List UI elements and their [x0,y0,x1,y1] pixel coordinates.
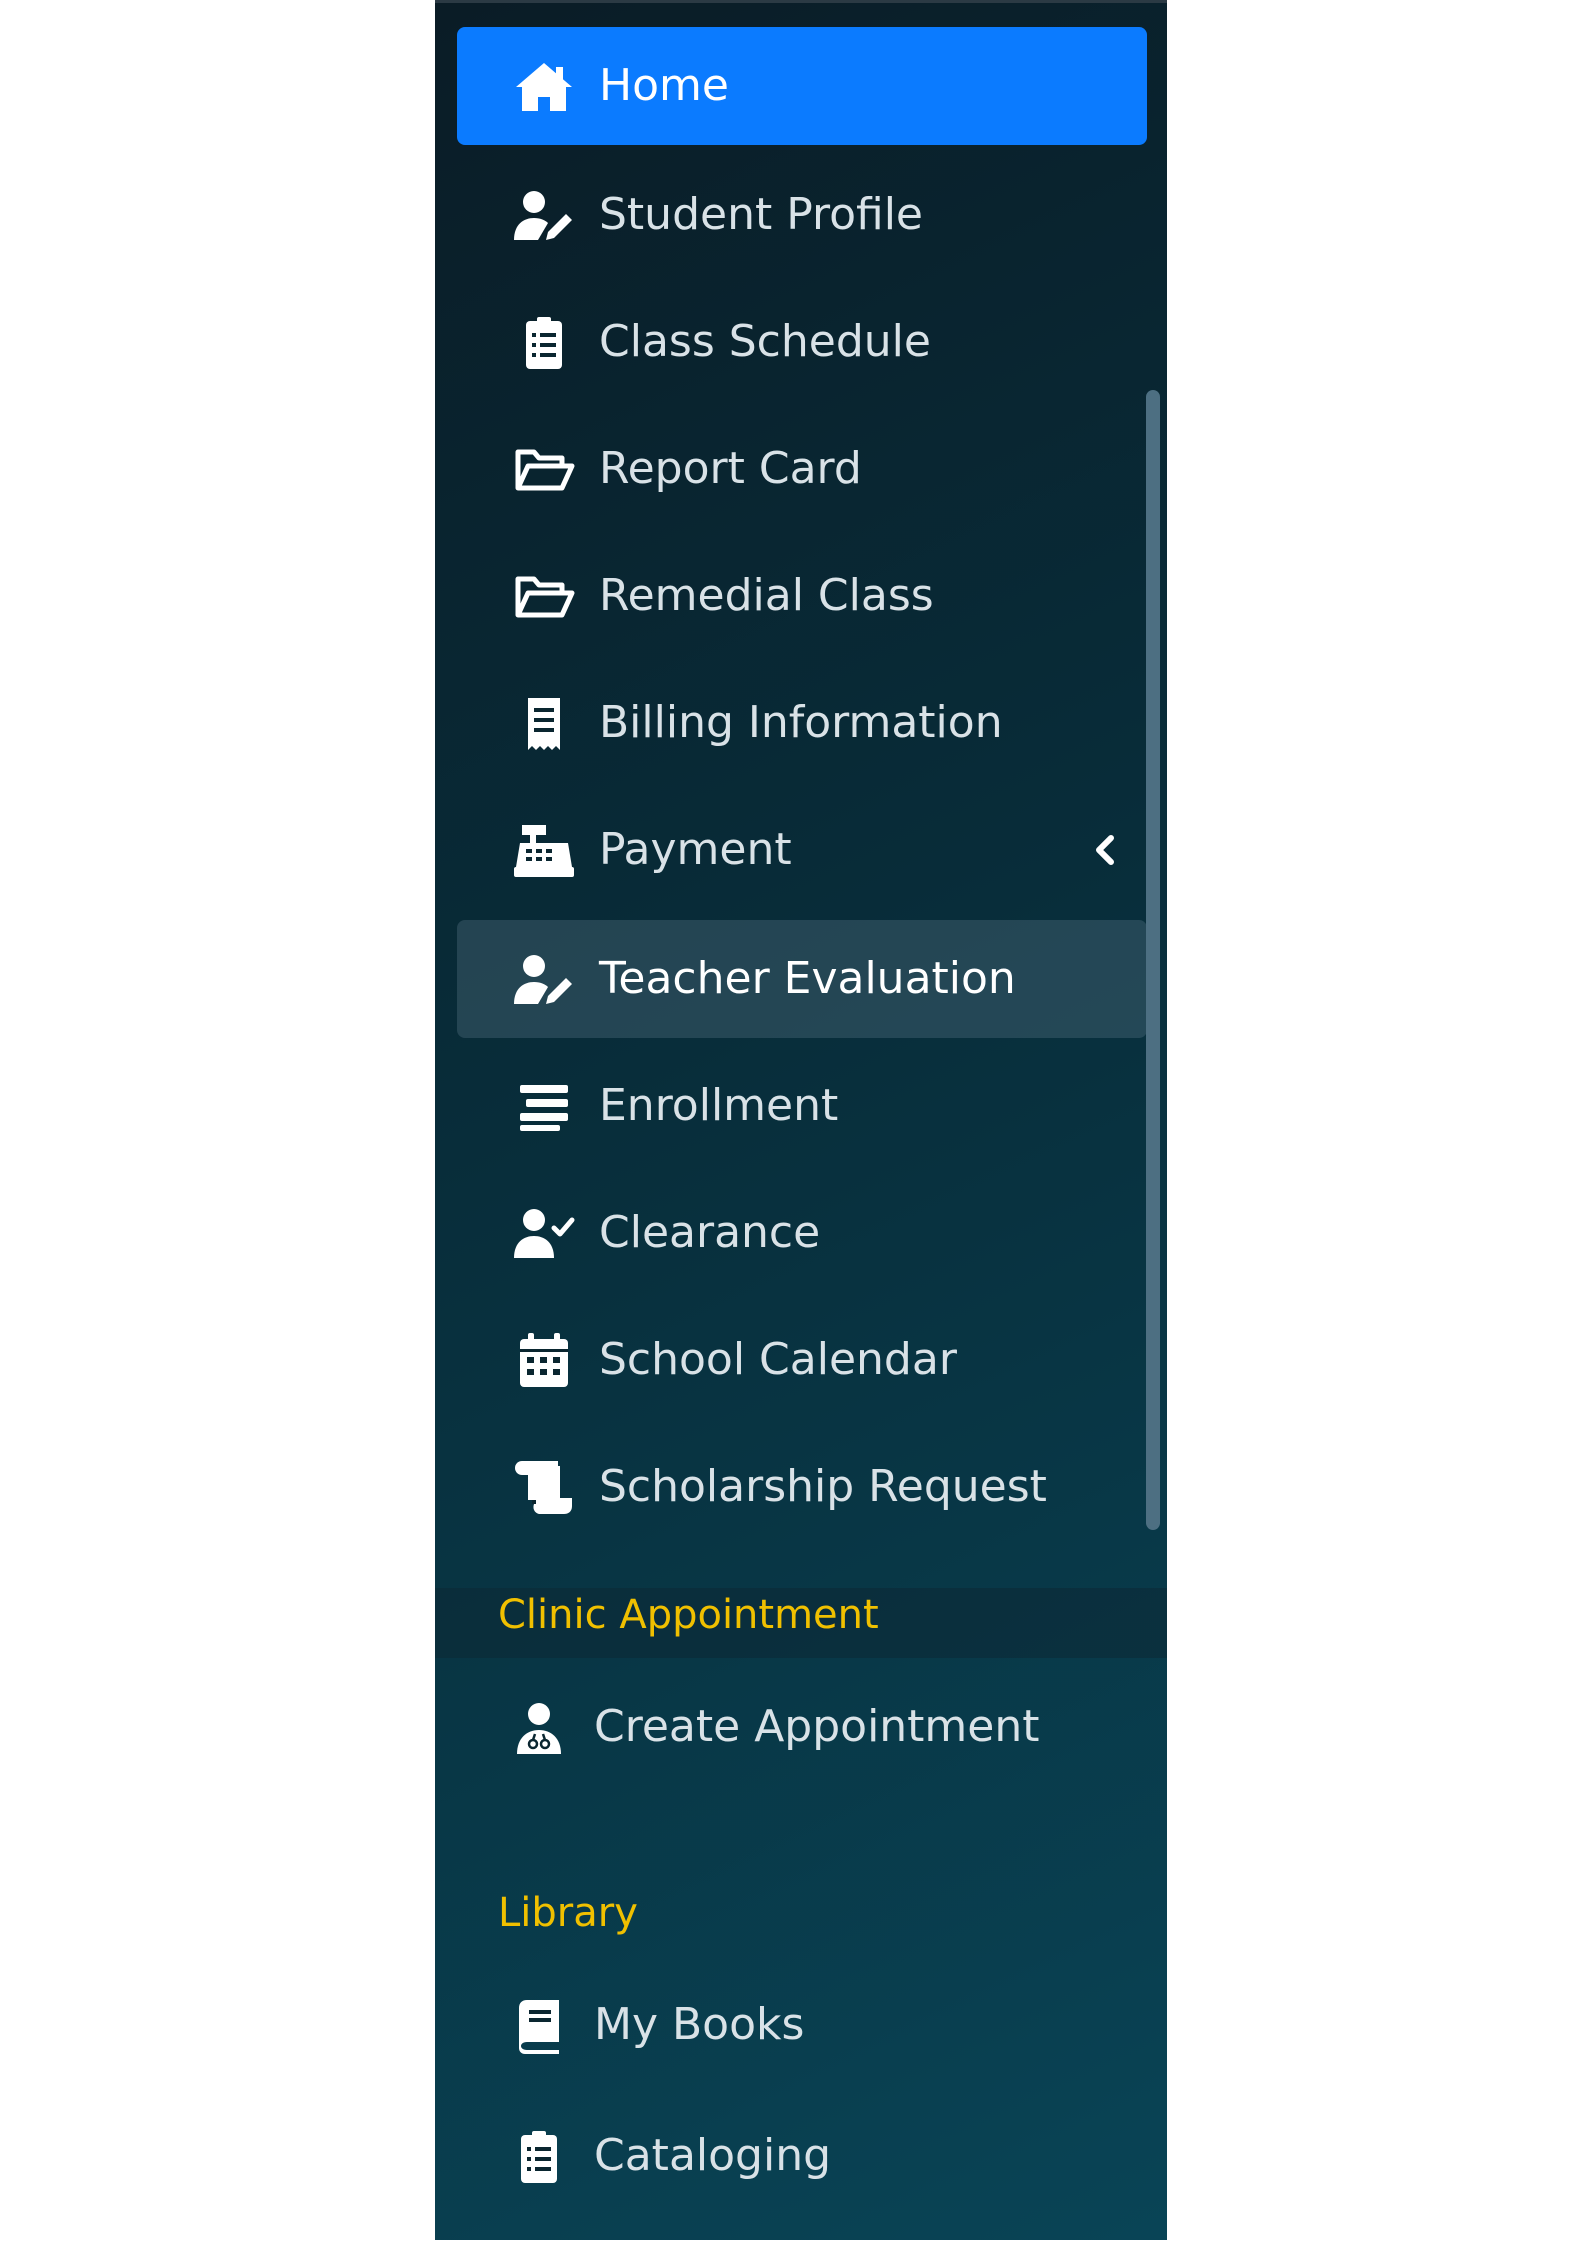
clipboard-list-icon [507,2129,571,2185]
calendar-icon [512,1333,576,1389]
user-edit-icon [512,188,576,244]
align-center-icon [512,1079,576,1135]
sidebar-item-label: Clearance [599,1207,821,1258]
cash-register-icon [512,823,576,879]
sidebar-item-teacher-evaluation[interactable]: Teacher Evaluation [457,920,1147,1038]
user-edit-icon [512,952,576,1008]
sidebar: Home Student Profile Class Schedule Repo… [435,0,1167,2240]
sidebar-item-class-schedule[interactable]: Class Schedule [457,283,1147,401]
sidebar-item-label: Billing Information [599,697,1003,748]
sidebar-item-payment[interactable]: Payment [457,791,1147,909]
sidebar-item-clearance[interactable]: Clearance [457,1174,1147,1292]
sidebar-item-billing-information[interactable]: Billing Information [457,664,1147,782]
home-icon [512,59,576,115]
sidebar-item-label: Payment [599,824,792,875]
sidebar-item-school-calendar[interactable]: School Calendar [457,1301,1147,1419]
book-icon [507,1998,571,2054]
sidebar-item-label: School Calendar [599,1334,957,1385]
chevron-left-icon[interactable] [1087,832,1123,868]
sidebar-item-label: Remedial Class [599,570,934,621]
sidebar-top-border [435,0,1167,3]
sidebar-item-label: My Books [594,1999,805,2050]
sidebar-item-label: Enrollment [599,1080,839,1131]
section-title-clinic-appointment: Clinic Appointment [498,1592,879,1638]
sidebar-item-label: Scholarship Request [599,1461,1047,1512]
sidebar-item-remedial-class[interactable]: Remedial Class [457,537,1147,655]
clipboard-list-icon [512,315,576,371]
sidebar-item-label: Teacher Evaluation [599,953,1016,1004]
folder-open-icon [512,442,576,498]
sidebar-item-enrollment[interactable]: Enrollment [457,1047,1147,1165]
sidebar-scrollbar[interactable] [1146,390,1160,1530]
sidebar-item-label: Home [599,60,729,111]
sidebar-item-label: Create Appointment [594,1701,1040,1752]
sidebar-item-scholarship-request[interactable]: Scholarship Request [457,1428,1147,1546]
folder-open-icon [512,569,576,625]
receipt-icon [512,696,576,752]
sidebar-item-home[interactable]: Home [457,27,1147,145]
sidebar-item-label: Report Card [599,443,862,494]
scroll-icon [512,1460,576,1516]
user-doctor-icon [507,1700,571,1756]
sidebar-item-student-profile[interactable]: Student Profile [457,156,1147,274]
sidebar-item-create-appointment[interactable]: Create Appointment [457,1668,1147,1786]
sidebar-item-my-books[interactable]: My Books [457,1966,1147,2084]
user-check-icon [512,1206,576,1262]
sidebar-item-report-card[interactable]: Report Card [457,410,1147,528]
section-title-library: Library [498,1890,638,1936]
sidebar-item-label: Student Profile [599,189,924,240]
sidebar-item-cataloging[interactable]: Cataloging [457,2097,1147,2215]
sidebar-item-label: Class Schedule [599,316,931,367]
sidebar-item-label: Cataloging [594,2130,832,2181]
